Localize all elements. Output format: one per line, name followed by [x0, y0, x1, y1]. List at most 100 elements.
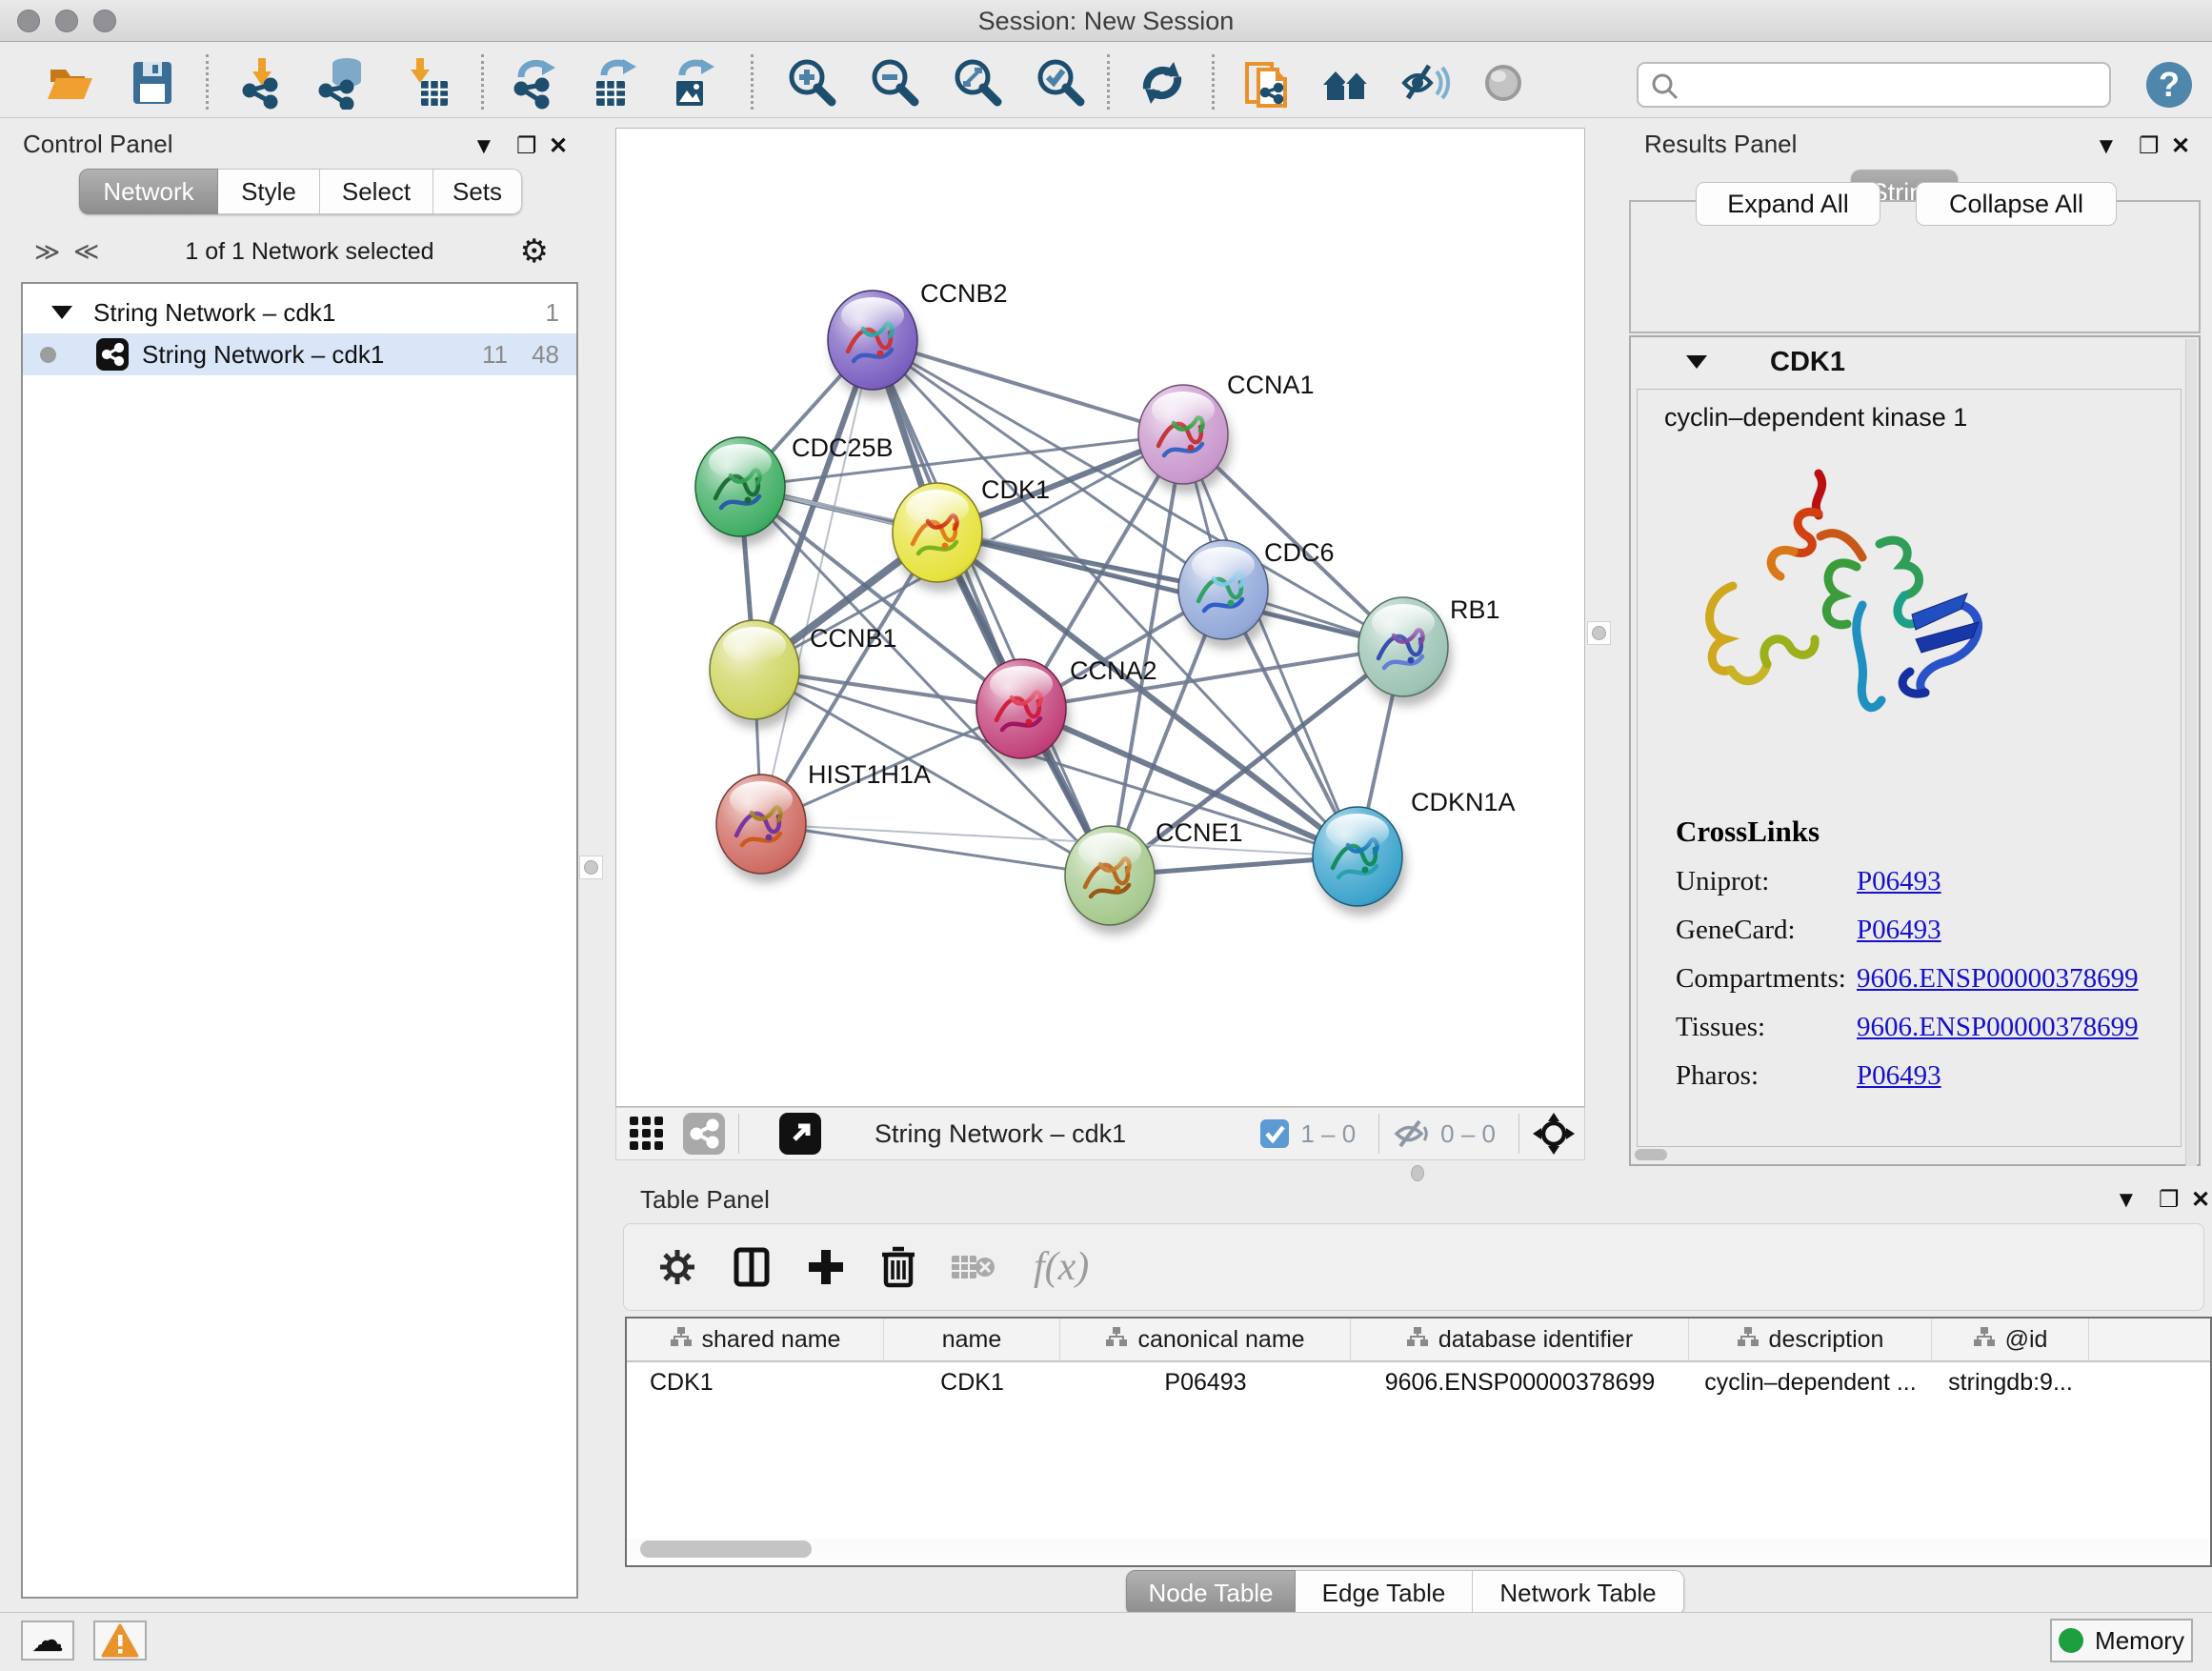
column-header-namespace[interactable]: namespace — [2089, 1319, 2212, 1360]
open-session-icon[interactable] — [43, 56, 96, 110]
column-header-@id[interactable]: @id — [1932, 1319, 2089, 1360]
section-expander-icon[interactable] — [1686, 355, 1707, 369]
expand-all-icon[interactable]: ≫ — [73, 237, 99, 267]
memory-button[interactable]: Memory — [2050, 1619, 2193, 1662]
apply-layout-refresh-icon[interactable] — [1136, 56, 1189, 110]
network-label: String Network – cdk1 — [142, 340, 384, 370]
export-table-icon[interactable] — [589, 56, 642, 110]
warnings-button[interactable] — [93, 1621, 147, 1661]
grid-view-icon[interactable] — [628, 1115, 668, 1153]
help-button[interactable]: ? — [2146, 62, 2192, 108]
table-cell[interactable]: cyclin–dependent ... — [1689, 1362, 1932, 1402]
tab-style[interactable]: Style — [218, 169, 320, 214]
maximize-panel-icon[interactable]: ❐ — [2159, 1189, 2180, 1212]
search-field[interactable] — [1637, 62, 2111, 108]
node-RB1[interactable]: RB1 — [1358, 595, 1500, 706]
table-horizontal-scrollbar[interactable] — [627, 1539, 2208, 1560]
hide-graphics-eye-icon[interactable] — [1398, 56, 1452, 110]
column-header-canonical-name[interactable]: canonical name — [1060, 1319, 1351, 1360]
add-column-icon[interactable] — [805, 1246, 847, 1288]
tab-network[interactable]: Network — [79, 169, 218, 214]
export-image-icon[interactable] — [667, 56, 720, 110]
column-header-database-identifier[interactable]: database identifier — [1351, 1319, 1689, 1360]
crosslink-link[interactable]: P06493 — [1857, 866, 1941, 897]
crosslink-link[interactable]: P06493 — [1857, 1060, 1941, 1092]
scroll-thumb[interactable] — [640, 1540, 812, 1558]
network-row-selected[interactable]: String Network – cdk1 11 48 — [23, 333, 576, 375]
expand-all-button[interactable]: Expand All — [1696, 182, 1880, 226]
gene-section-header[interactable]: CDK1 — [1631, 337, 2199, 387]
node-HIST1H1A[interactable]: HIST1H1A — [716, 760, 931, 883]
float-panel-icon[interactable]: ▼ — [2095, 135, 2118, 158]
node-CCNE1[interactable]: CCNE1 — [1065, 818, 1243, 935]
table-cell[interactable]: stringdb:9... — [1932, 1362, 2089, 1402]
node-CCNB2[interactable]: CCNB2 — [828, 279, 1008, 399]
birds-eye-view-icon[interactable] — [779, 1113, 821, 1155]
hidden-eye-icon[interactable] — [1393, 1117, 1431, 1150]
tab-node-table[interactable]: Node Table — [1126, 1570, 1296, 1616]
import-table-icon[interactable] — [400, 56, 453, 110]
selected-checkbox-icon[interactable] — [1258, 1117, 1291, 1150]
edge-CCNB2-HIST1H1A[interactable] — [761, 340, 873, 824]
home-networks-icon[interactable] — [1319, 56, 1373, 110]
show-graphics-eye-icon[interactable] — [1477, 56, 1530, 110]
search-input[interactable] — [1688, 66, 2098, 104]
edge-CCNB2-CCNE1[interactable] — [873, 340, 1110, 876]
zoom-in-icon[interactable] — [786, 56, 839, 110]
collapse-all-button[interactable]: Collapse All — [1916, 182, 2117, 226]
tab-network-table[interactable]: Network Table — [1473, 1570, 1684, 1616]
cloud-button[interactable]: ☁ — [21, 1621, 74, 1661]
results-vertical-scrollbar[interactable] — [2185, 339, 2197, 1166]
delete-column-trash-icon[interactable] — [879, 1245, 917, 1289]
network-options-gear-icon[interactable]: ⚙ — [520, 232, 549, 271]
node-CDKN1A[interactable]: CDKN1A — [1313, 788, 1516, 916]
column-header-shared-name[interactable]: shared name — [627, 1319, 884, 1360]
table-cell[interactable]: CDK1 — [884, 1362, 1060, 1402]
close-panel-icon[interactable]: ✕ — [2171, 135, 2190, 158]
export-network-icon[interactable] — [510, 56, 563, 110]
network-canvas[interactable]: CCNB2CCNA1CDC25BCDK1CDC6RB1CCNB1CCNA2CDK… — [615, 128, 1585, 1107]
zoom-fit-icon[interactable] — [952, 56, 1005, 110]
crosslink-link[interactable]: P06493 — [1857, 915, 1941, 946]
horizontal-splitter-dot[interactable] — [1411, 1165, 1424, 1181]
column-header-name[interactable]: name — [884, 1319, 1060, 1360]
collection-expander-icon[interactable] — [51, 306, 72, 319]
table-cell[interactable]: 9606.ENSP00000378699 — [1351, 1362, 1689, 1402]
maximize-panel-icon[interactable]: ❐ — [516, 135, 537, 158]
edge-CCNA1-CCNE1[interactable] — [1110, 434, 1183, 876]
maximize-panel-icon[interactable]: ❐ — [2139, 135, 2160, 158]
network-share-view-icon[interactable] — [683, 1113, 725, 1155]
fit-content-crosshair-icon[interactable] — [1533, 1113, 1575, 1155]
show-columns-icon[interactable] — [731, 1246, 773, 1288]
network-collection-row[interactable]: String Network – cdk1 1 — [23, 292, 576, 333]
import-network-icon[interactable] — [236, 56, 290, 110]
import-network-from-database-icon[interactable] — [314, 56, 368, 110]
float-panel-icon[interactable]: ▼ — [473, 135, 495, 158]
crosslink-link[interactable]: 9606.ENSP00000378699 — [1857, 963, 2139, 995]
close-panel-icon[interactable]: ✕ — [549, 135, 568, 158]
column-header-description[interactable]: description — [1689, 1319, 1932, 1360]
table-cell[interactable]: CDK1 — [627, 1362, 884, 1402]
tab-edge-table[interactable]: Edge Table — [1296, 1570, 1473, 1616]
zoom-out-icon[interactable] — [869, 56, 922, 110]
node-CDK1[interactable]: CDK1 — [893, 475, 1050, 592]
table-options-gear-icon[interactable] — [656, 1246, 698, 1288]
tab-sets[interactable]: Sets — [433, 169, 522, 214]
table-cell[interactable]: stringdb — [2089, 1362, 2212, 1402]
edge-HIST1H1A-CCNE1[interactable] — [761, 824, 1110, 876]
save-session-icon[interactable] — [126, 56, 179, 110]
node-label-CCNA1: CCNA1 — [1227, 371, 1315, 399]
table-cell[interactable]: P06493 — [1060, 1362, 1351, 1402]
collapse-all-icon[interactable]: ≫ — [34, 237, 60, 267]
left-splitter-handle[interactable] — [579, 856, 603, 879]
right-splitter-handle[interactable] — [1587, 621, 1611, 645]
results-horizontal-scroll-thumb[interactable] — [1635, 1149, 1667, 1160]
table-row[interactable]: CDK1CDK1P064939606.ENSP00000378699cyclin… — [627, 1362, 2212, 1402]
tab-select[interactable]: Select — [320, 169, 433, 214]
zoom-selected-icon[interactable] — [1035, 56, 1088, 110]
float-panel-icon[interactable]: ▼ — [2115, 1189, 2138, 1212]
cloud-icon: ☁ — [31, 1621, 64, 1660]
clone-network-icon[interactable] — [1241, 56, 1295, 110]
close-panel-icon[interactable]: ✕ — [2191, 1189, 2210, 1212]
crosslink-link[interactable]: 9606.ENSP00000378699 — [1857, 1012, 2139, 1043]
